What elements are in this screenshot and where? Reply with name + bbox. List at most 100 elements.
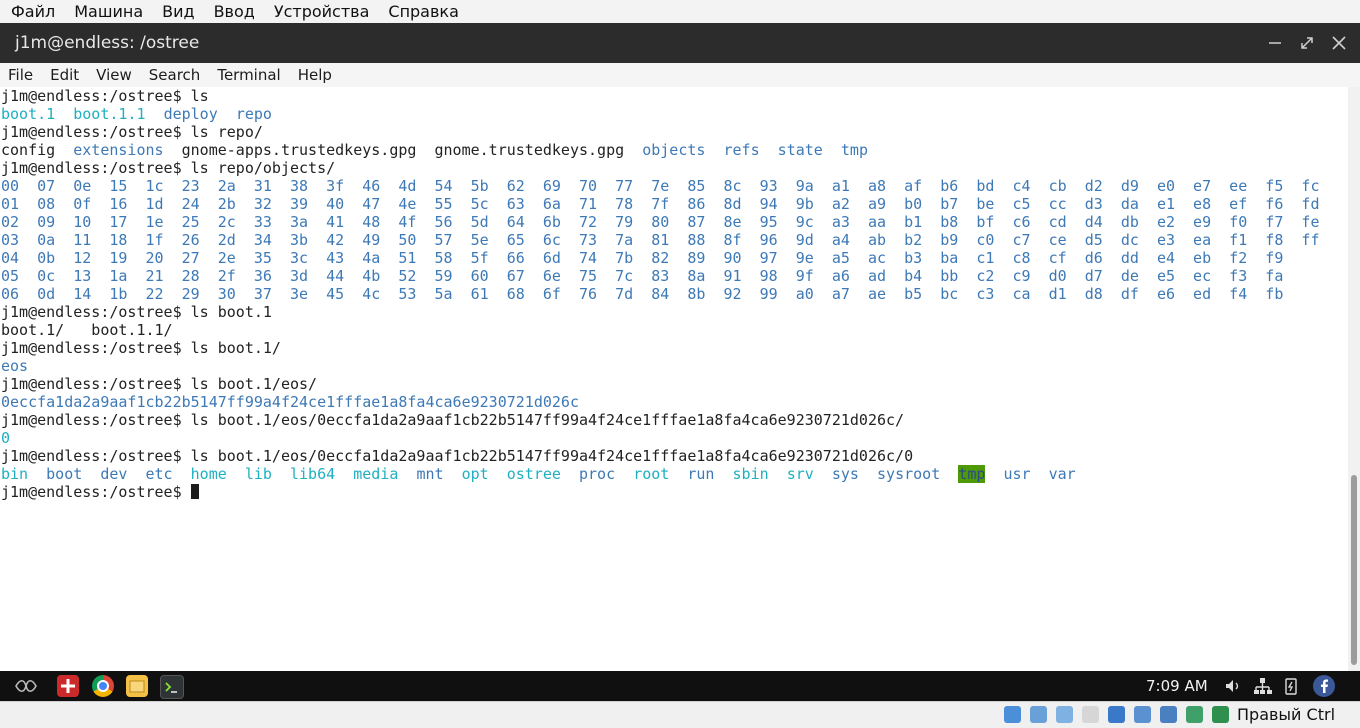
terminal-text-segment: j1m@endless:/ostree$ ls repo/objects/: [1, 159, 336, 177]
facebook-icon[interactable]: [1313, 675, 1335, 697]
terminal-text-segment: 05 0c 13 1a 21 28 2f 36 3d 44 4b 52 59 6…: [1, 267, 1284, 285]
terminal-line: 04 0b 12 19 20 27 2e 35 3c 43 4a 51 58 5…: [0, 249, 1348, 267]
chrome-icon[interactable]: [92, 675, 114, 697]
display-icon[interactable]: [1160, 706, 1177, 723]
optical-drive-icon[interactable]: [1030, 706, 1047, 723]
terminal-output[interactable]: j1m@endless:/ostree$ ls boot.1 boot.1.1 d…: [0, 87, 1348, 671]
vbox-menu-devices[interactable]: Устройства: [263, 2, 378, 21]
terminal-line: j1m@endless:/ostree$ ls boot.1/: [0, 339, 1348, 357]
terminal-text-segment: refs: [723, 141, 760, 159]
terminal-line: 03 0a 11 18 1f 26 2d 34 3b 42 49 50 57 5…: [0, 231, 1348, 249]
terminal-text-segment: j1m@endless:/ostree$: [1, 483, 191, 501]
terminal-line: boot.1/ boot.1.1/: [0, 321, 1348, 339]
terminal-text-segment: run: [687, 465, 715, 483]
terminal-menu-bar: File Edit View Search Terminal Help: [0, 63, 1360, 88]
terminal-line: 05 0c 13 1a 21 28 2f 36 3d 44 4b 52 59 6…: [0, 267, 1348, 285]
close-icon[interactable]: [1328, 32, 1350, 54]
terminal-text-segment: j1m@endless:/ostree$ ls boot.1: [1, 303, 272, 321]
recording-icon[interactable]: [1186, 706, 1203, 723]
terminal-line: j1m@endless:/ostree$ ls repo/objects/: [0, 159, 1348, 177]
terminal-text-segment: 04 0b 12 19 20 27 2e 35 3c 43 4a 51 58 5…: [1, 249, 1284, 267]
vbox-menu-view[interactable]: Вид: [151, 2, 202, 21]
network-adapter-icon[interactable]: [1082, 706, 1099, 723]
volume-icon[interactable]: [1223, 675, 1243, 697]
terminal-text-segment: 0eccfa1da2a9aaf1cb22b5147ff99a4f24ce1fff…: [1, 393, 579, 411]
network-icon[interactable]: [1252, 675, 1272, 697]
terminal-text-segment: 06 0d 14 1b 22 29 30 37 3e 45 4c 53 5a 6…: [1, 285, 1284, 303]
terminal-text-segment: sys: [831, 465, 859, 483]
restore-icon[interactable]: [1296, 32, 1318, 54]
terminal-menu-terminal[interactable]: Terminal: [209, 66, 289, 84]
terminal-text-segment: j1m@endless:/ostree$ ls boot.1/eos/0eccf…: [1, 411, 905, 429]
terminal-line: bin boot dev etc home lib lib64 media mn…: [0, 465, 1348, 483]
vbox-menu-input[interactable]: Ввод: [203, 2, 263, 21]
terminal-app-icon[interactable]: [160, 675, 184, 699]
terminal-menu-view[interactable]: View: [88, 66, 141, 84]
hard-disk-icon[interactable]: [1004, 706, 1021, 723]
terminal-scrollbar[interactable]: [1348, 87, 1360, 671]
terminal-text-segment: j1m@endless:/ostree$ ls boot.1/eos/: [1, 375, 318, 393]
terminal-text-segment: bin: [1, 465, 29, 483]
scrollbar-thumb[interactable]: [1351, 475, 1357, 665]
terminal-text-segment: var: [1048, 465, 1076, 483]
vbox-menu-file[interactable]: Файл: [0, 2, 63, 21]
cpu-icon[interactable]: [1212, 706, 1229, 723]
terminal-menu-edit[interactable]: Edit: [42, 66, 88, 84]
vbox-menu-machine[interactable]: Машина: [63, 2, 151, 21]
vbox-menu-bar: Файл Машина Вид Ввод Устройства Справка: [0, 0, 1360, 23]
terminal-text-segment: etc: [145, 465, 173, 483]
endless-logo-icon[interactable]: [14, 675, 37, 697]
terminal-line: 01 08 0f 16 1d 24 2b 32 39 40 47 4e 55 5…: [0, 195, 1348, 213]
terminal-line: j1m@endless:/ostree$ ls boot.1/eos/: [0, 375, 1348, 393]
terminal-line: eos: [0, 357, 1348, 375]
terminal-line: config extensions gnome-apps.trustedkeys…: [0, 141, 1348, 159]
desktop-taskbar: 7:09 AM: [0, 671, 1360, 701]
terminal-text-segment: 0: [1, 429, 11, 447]
window-titlebar[interactable]: j1m@endless: /ostree: [0, 23, 1360, 63]
terminal-text-segment: usr: [1003, 465, 1031, 483]
host-key-label: Правый Ctrl: [1237, 705, 1336, 724]
audio-icon[interactable]: [1056, 706, 1073, 723]
taskbar-clock[interactable]: 7:09 AM: [1146, 671, 1208, 701]
vbox-menu-help[interactable]: Справка: [377, 2, 467, 21]
terminal-text-segment: eos: [1, 357, 29, 375]
files-icon[interactable]: [126, 675, 148, 697]
terminal-menu-search[interactable]: Search: [141, 66, 210, 84]
terminal-text-segment: dev: [100, 465, 128, 483]
terminal-text-segment: boot: [46, 465, 83, 483]
battery-icon[interactable]: [1281, 675, 1301, 697]
terminal-menu-file[interactable]: File: [0, 66, 42, 84]
terminal-line: j1m@endless:/ostree$ ls boot.1/eos/0eccf…: [0, 411, 1348, 429]
app-center-icon[interactable]: [57, 675, 79, 697]
minimize-icon[interactable]: [1264, 32, 1286, 54]
terminal-line: 0eccfa1da2a9aaf1cb22b5147ff99a4f24ce1fff…: [0, 393, 1348, 411]
terminal-line: j1m@endless:/ostree$ ls boot.1: [0, 303, 1348, 321]
text-cursor: [190, 484, 199, 499]
terminal-text-segment: boot.1.1: [73, 105, 146, 123]
terminal-text-segment: mnt: [416, 465, 444, 483]
usb-icon[interactable]: [1108, 706, 1125, 723]
shared-folders-icon[interactable]: [1134, 706, 1151, 723]
terminal-menu-help[interactable]: Help: [290, 66, 341, 84]
terminal-text-segment: srv: [786, 465, 814, 483]
terminal-text-segment: extensions: [73, 141, 164, 159]
terminal-text-segment: objects: [642, 141, 706, 159]
terminal-text-segment: ostree: [506, 465, 561, 483]
terminal-line: j1m@endless:/ostree$ ls repo/: [0, 123, 1348, 141]
terminal-text-segment: j1m@endless:/ostree$ ls repo/: [1, 123, 263, 141]
